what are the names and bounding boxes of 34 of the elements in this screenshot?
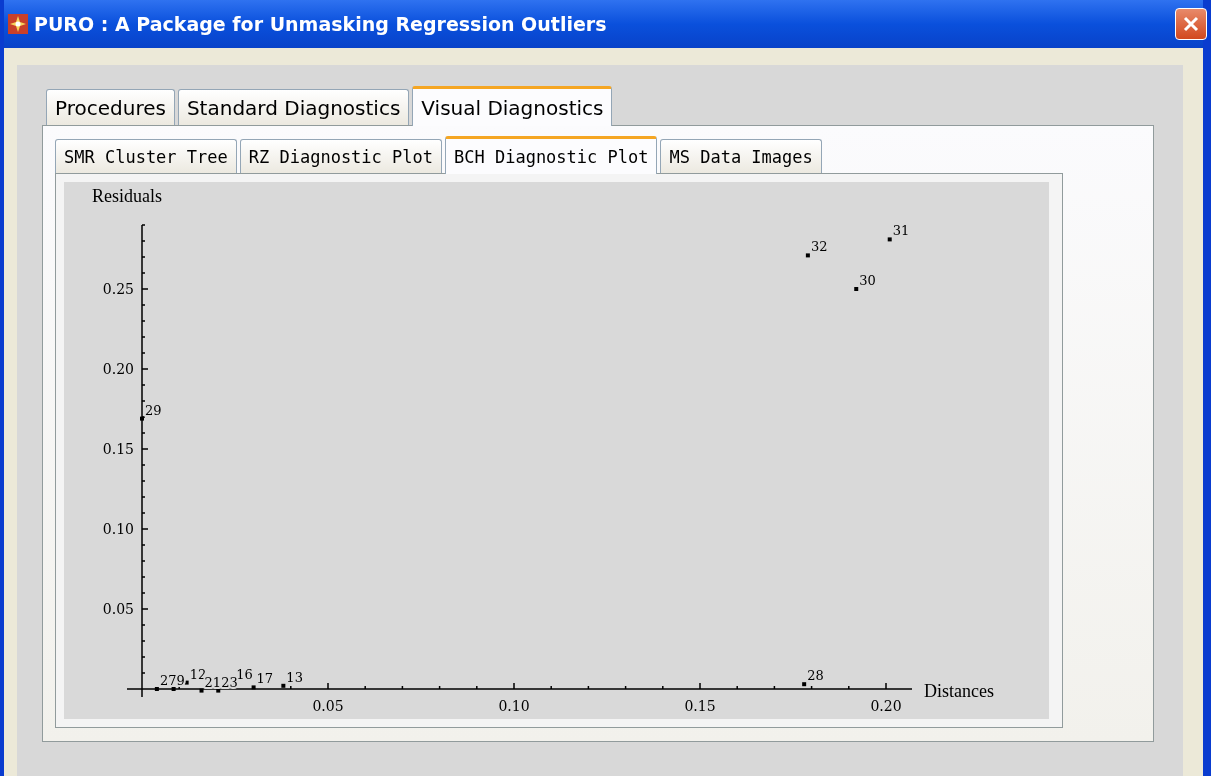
point-label: 29: [145, 402, 162, 418]
tick-label: 0.10: [102, 521, 134, 537]
tab[interactable]: BCH Diagnostic Plot: [445, 136, 658, 174]
app-icon: [8, 14, 28, 34]
window-title: PURO : A Package for Unmasking Regression Outliers: [34, 13, 608, 35]
tab[interactable]: Standard Diagnostics: [177, 89, 410, 125]
tab[interactable]: SMR Cluster Tree: [55, 139, 237, 173]
tick-label: 0.15: [102, 441, 134, 457]
tick-label: 0.20: [870, 698, 902, 714]
axis-title: Distances: [924, 681, 994, 701]
tick-label: 0.05: [102, 601, 134, 617]
tick-label: 0.05: [312, 698, 344, 714]
tab[interactable]: Procedures: [46, 89, 175, 125]
point-label: 23: [221, 674, 238, 690]
close-icon: [1183, 16, 1199, 32]
point-label: 9: [176, 673, 185, 688]
tab[interactable]: RZ Diagnostic Plot: [239, 139, 442, 173]
point-label: 27: [159, 673, 177, 688]
close-button[interactable]: [1175, 8, 1207, 40]
tick-label: 0.15: [684, 698, 716, 714]
point-label: 17: [256, 671, 274, 687]
point-label: 31: [892, 223, 910, 239]
point-label: 13: [286, 669, 303, 685]
point-label: 28: [807, 668, 824, 684]
point-label: 21: [204, 674, 222, 690]
point-label: 30: [859, 273, 876, 288]
axis-title: Residuals: [92, 186, 162, 206]
tick-label: 0.10: [498, 698, 530, 714]
tick-label: 0.20: [102, 361, 134, 377]
point-label: 16: [236, 666, 253, 682]
point-label: 32: [810, 239, 828, 255]
tab[interactable]: Visual Diagnostics: [412, 86, 613, 126]
tick-label: 0.25: [102, 281, 134, 297]
tab[interactable]: MS Data Images: [660, 139, 822, 173]
